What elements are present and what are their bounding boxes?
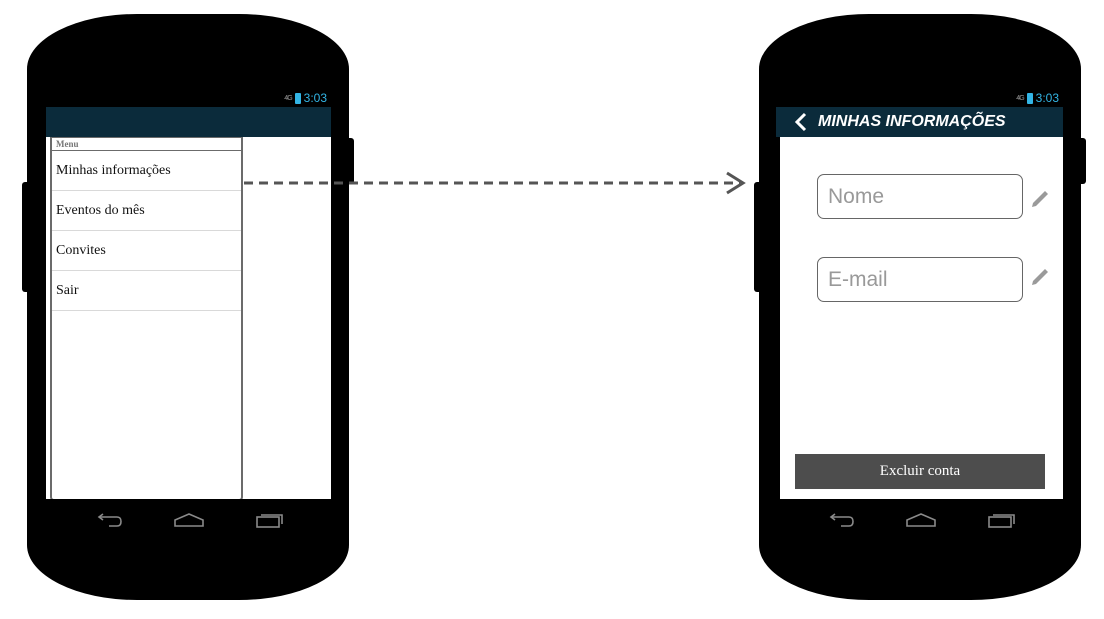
pencil-icon[interactable] <box>1029 264 1051 286</box>
pencil-icon[interactable] <box>1029 186 1051 208</box>
drawer-item-sair[interactable]: Sair <box>52 271 241 311</box>
drawer-item-convites[interactable]: Convites <box>52 231 241 271</box>
signal-icon: 4G <box>1016 94 1024 102</box>
status-bar: 4G 3:03 <box>46 88 331 108</box>
nav-bar <box>802 500 1042 540</box>
chevron-left-icon[interactable] <box>794 112 808 132</box>
name-field[interactable]: Nome <box>817 174 1023 219</box>
drawer-item-minhas-informacoes[interactable]: Minhas informações <box>52 151 241 191</box>
app-bar <box>46 107 331 137</box>
status-time: 3:03 <box>1035 91 1059 105</box>
nav-bar <box>70 500 310 540</box>
page-title: MINHAS INFORMAÇÕES <box>818 113 1006 130</box>
drawer-item-eventos-do-mes[interactable]: Eventos do mês <box>52 191 241 231</box>
home-icon[interactable] <box>905 512 937 528</box>
battery-icon <box>1026 92 1033 104</box>
back-icon[interactable] <box>95 512 123 528</box>
delete-account-button[interactable]: Excluir conta <box>795 454 1045 489</box>
back-icon[interactable] <box>827 512 855 528</box>
email-field[interactable]: E-mail <box>817 257 1023 302</box>
power-button <box>1078 138 1086 184</box>
drawer-title: Menu <box>52 138 241 151</box>
recents-icon[interactable] <box>255 512 285 528</box>
volume-button <box>754 182 762 292</box>
home-icon[interactable] <box>173 512 205 528</box>
left-screen: 4G 3:03 Menu Minhas informações Eventos … <box>46 88 331 499</box>
volume-button <box>22 182 30 292</box>
status-time: 3:03 <box>303 91 327 105</box>
battery-icon <box>294 92 301 104</box>
app-bar: MINHAS INFORMAÇÕES <box>776 107 1063 137</box>
status-bar: 4G 3:03 <box>780 88 1063 108</box>
navigation-drawer: Menu Minhas informações Eventos do mês C… <box>50 137 243 499</box>
signal-icon: 4G <box>284 94 292 102</box>
recents-icon[interactable] <box>987 512 1017 528</box>
flow-arrow <box>244 171 746 195</box>
